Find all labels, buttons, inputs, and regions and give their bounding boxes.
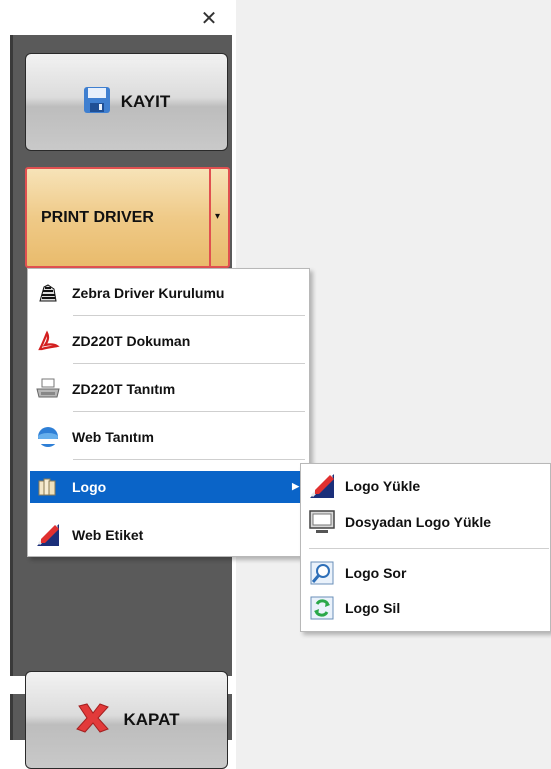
- print-driver-label: PRINT DRIVER: [41, 209, 154, 226]
- magnify-icon: [307, 560, 337, 586]
- submenu-item-logo-sor[interactable]: Logo Sor: [303, 557, 548, 589]
- save-button[interactable]: KAYIT: [25, 53, 228, 151]
- menu-separator: [73, 363, 305, 364]
- menu-item-web-tanitim[interactable]: Web Tanıtım: [30, 421, 307, 453]
- menu-separator: [73, 459, 305, 460]
- close-button[interactable]: KAPAT: [25, 671, 228, 769]
- menu-item-label: ZD220T Dokuman: [72, 333, 191, 349]
- menu-item-label: Logo: [72, 479, 107, 495]
- close-button-label: KAPAT: [123, 710, 180, 729]
- print-driver-button[interactable]: PRINT DRIVER ▾: [25, 167, 230, 268]
- floppy-disk-icon: [83, 86, 111, 119]
- submenu-arrow-icon: ▶: [292, 481, 299, 491]
- menu-item-label: Web Tanıtım: [72, 429, 154, 445]
- chevron-down-icon[interactable]: ▾: [215, 211, 220, 222]
- menu-item-zd220t-dokuman[interactable]: ZD220T Dokuman: [30, 325, 307, 357]
- submenu-item-logo-sil[interactable]: Logo Sil: [303, 592, 548, 624]
- logo-icon: [34, 475, 62, 499]
- menu-item-web-etiket[interactable]: Web Etiket: [30, 519, 307, 551]
- printer-icon: [34, 377, 62, 401]
- menu-separator: [73, 315, 305, 316]
- menu-item-zebra-driver[interactable]: Zebra Driver Kurulumu: [30, 277, 307, 309]
- logo-submenu: Logo Yükle Dosyadan Logo Yükle Logo Sor: [300, 463, 551, 632]
- menu-item-label: ZD220T Tanıtım: [72, 381, 176, 397]
- monitor-icon: [307, 509, 337, 535]
- save-button-label: KAYIT: [120, 92, 171, 111]
- menu-separator: [73, 411, 305, 412]
- pen-ruler-icon: [307, 473, 337, 499]
- red-x-icon: [73, 702, 113, 739]
- submenu-separator: [309, 548, 549, 549]
- submenu-item-dosyadan-logo-yukle[interactable]: Dosyadan Logo Yükle: [303, 506, 548, 538]
- menu-item-label: Zebra Driver Kurulumu: [72, 285, 225, 301]
- split-divider: [209, 169, 211, 266]
- submenu-item-label: Dosyadan Logo Yükle: [345, 514, 491, 530]
- menu-item-logo[interactable]: Logo ▶: [30, 471, 307, 503]
- menu-item-zd220t-tanitim[interactable]: ZD220T Tanıtım: [30, 373, 307, 405]
- pdf-icon: [34, 329, 62, 353]
- refresh-icon: [307, 595, 337, 621]
- submenu-item-logo-yukle[interactable]: Logo Yükle: [303, 470, 548, 502]
- pen-ruler-icon: [34, 523, 62, 547]
- submenu-item-label: Logo Yükle: [345, 478, 421, 494]
- close-icon[interactable]: ✕: [196, 6, 222, 32]
- submenu-item-label: Logo Sil: [345, 600, 401, 616]
- print-driver-menu: Zebra Driver Kurulumu ZD220T Dokuman ZD2…: [27, 268, 310, 557]
- zebra-icon: [34, 281, 62, 305]
- web-globe-icon: [34, 425, 62, 449]
- menu-item-label: Web Etiket: [72, 527, 144, 543]
- submenu-item-label: Logo Sor: [345, 565, 407, 581]
